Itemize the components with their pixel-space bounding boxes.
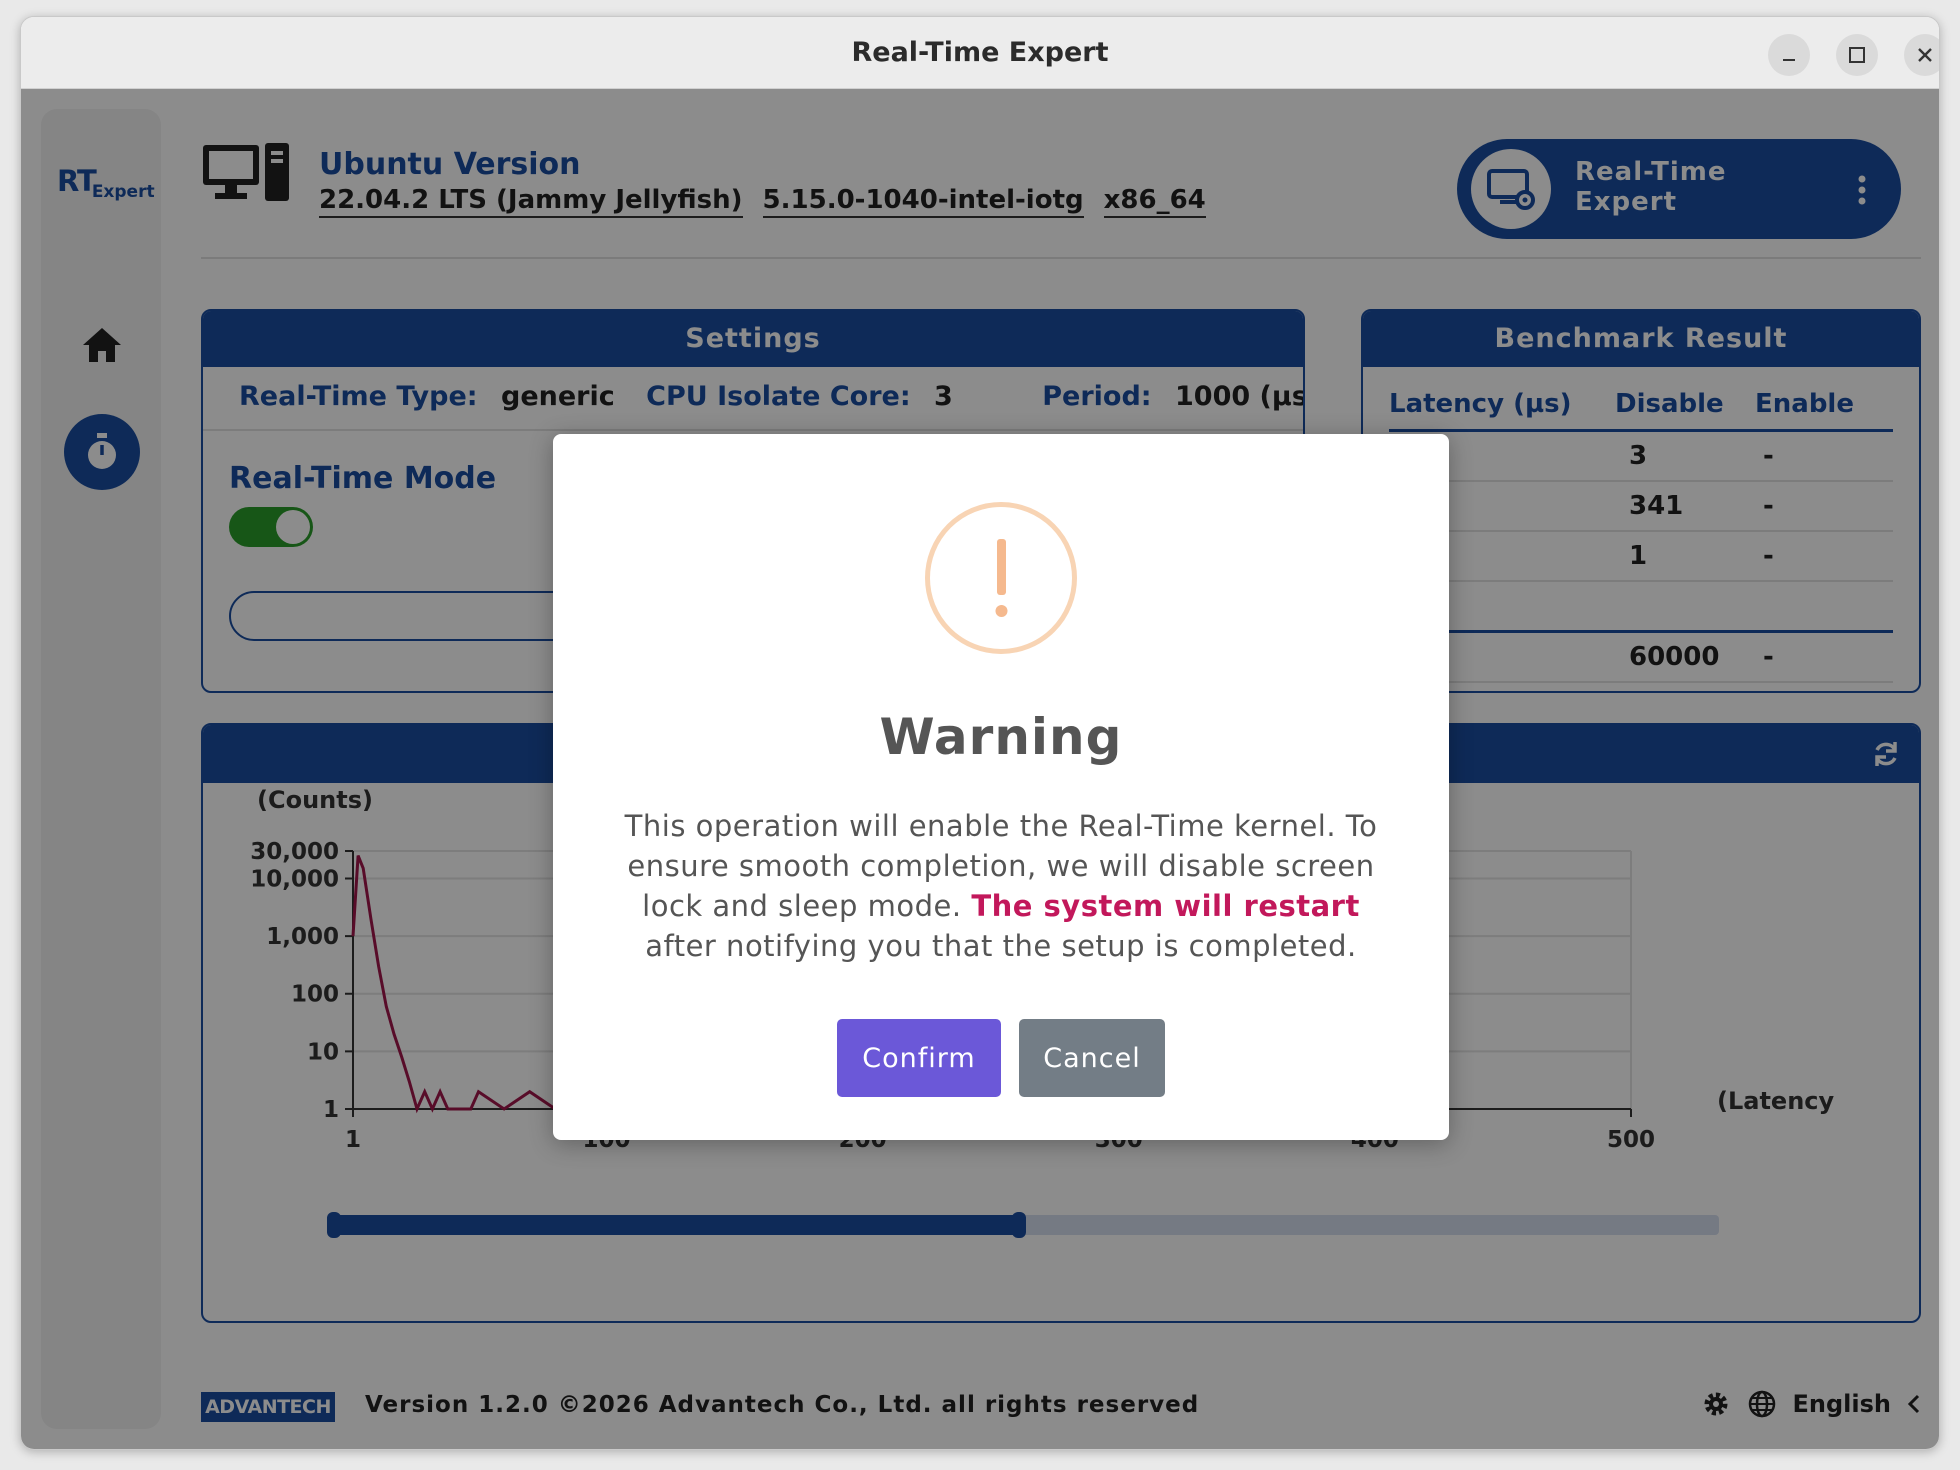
close-icon <box>1918 48 1932 62</box>
minimize-button[interactable] <box>1768 34 1810 76</box>
close-button[interactable] <box>1904 34 1939 76</box>
warning-dialog: Warning This operation will enable the R… <box>553 434 1449 1140</box>
dialog-message: This operation will enable the Real-Time… <box>624 809 1378 963</box>
warning-icon <box>925 502 1077 654</box>
maximize-button[interactable] <box>1836 34 1878 76</box>
minimize-icon <box>1783 59 1795 61</box>
window-title: Real-Time Expert <box>851 37 1109 68</box>
app-window: Real-Time Expert RTExpert Ubuntu Version… <box>20 16 1940 1450</box>
confirm-button[interactable]: Confirm <box>837 1019 1001 1097</box>
title-bar: Real-Time Expert <box>21 17 1939 89</box>
dialog-actions: Confirm Cancel <box>553 1019 1449 1097</box>
restart-warning: The system will restart <box>971 889 1360 923</box>
maximize-icon <box>1849 47 1865 63</box>
cancel-button[interactable]: Cancel <box>1019 1019 1165 1097</box>
dialog-title: Warning <box>879 708 1123 766</box>
